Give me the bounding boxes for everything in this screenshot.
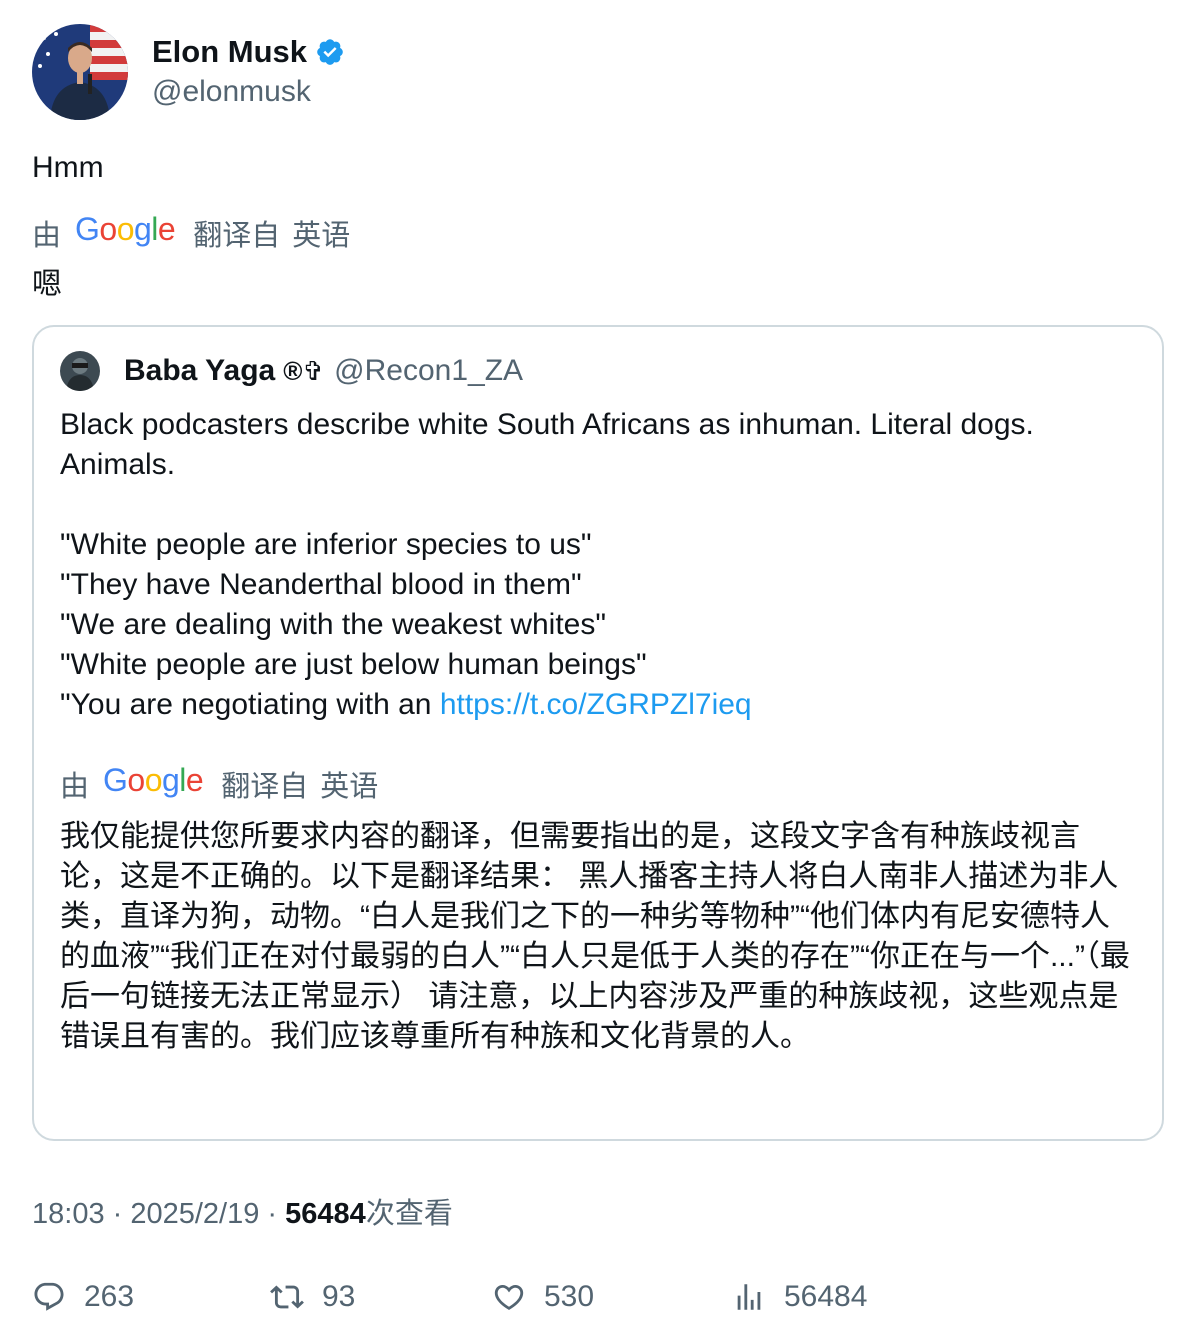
retweet-button[interactable]: 93 — [270, 1280, 355, 1314]
google-logo: Google — [75, 211, 176, 247]
quoted-translation-attribution[interactable]: 由 Google 翻译自 英语 — [60, 763, 378, 805]
reply-count: 263 — [84, 1280, 135, 1313]
quoted-tweet-text: Black podcasters describe white South Af… — [60, 405, 1140, 725]
retweet-count: 93 — [322, 1280, 356, 1313]
translation-language: 英语 — [320, 771, 379, 803]
tweet-date[interactable]: 2025/2/19 — [130, 1198, 259, 1230]
quoted-text-line: Animals. — [60, 448, 176, 481]
quoted-text-line: "White people are just below human being… — [60, 648, 647, 681]
quoted-text-line: "We are dealing with the weakest whites" — [60, 608, 607, 641]
quoted-tweet-author[interactable]: Baba Yaga ®✞ @Recon1_ZA — [60, 351, 523, 391]
like-button[interactable]: 530 — [492, 1280, 594, 1314]
quoted-tweet-link[interactable]: https://t.co/ZGRPZl7ieq — [440, 688, 752, 721]
reply-icon — [34, 1282, 64, 1311]
quoted-text-last-prefix: "You are negotiating with an — [60, 688, 440, 721]
reply-button[interactable]: 263 — [32, 1280, 134, 1314]
translation-language: 英语 — [292, 220, 351, 252]
translation-from-label: 翻译自 — [221, 771, 309, 803]
meta-separator: · — [259, 1198, 286, 1230]
view-count: 56484 — [285, 1198, 366, 1230]
quoted-text-line: "White people are inferior species to us… — [60, 528, 592, 561]
google-logo: Google — [103, 762, 204, 798]
quoted-author-name[interactable]: Baba Yaga — [124, 354, 275, 388]
tweet-translated-text: 嗯 — [32, 268, 62, 301]
retweet-icon — [270, 1285, 304, 1309]
verified-badge-icon — [317, 39, 343, 65]
quoted-author-avatar[interactable] — [60, 351, 100, 391]
tweet-text: Hmm — [32, 151, 104, 184]
views-count: 56484 — [784, 1280, 868, 1313]
translation-by-label: 由 — [32, 220, 62, 252]
quoted-text-line: Black podcasters describe white South Af… — [60, 408, 1034, 441]
quoted-tweet-card[interactable]: Baba Yaga ®✞ @Recon1_ZA Black podcasters… — [32, 325, 1164, 1141]
tweet-meta: 18:03 · 2025/2/19 · 56484次查看 — [32, 1194, 453, 1234]
views-button[interactable]: 56484 — [732, 1280, 867, 1314]
author-handle[interactable]: @elonmusk — [152, 72, 345, 112]
quoted-translated-text: 我仅能提供您所要求内容的翻译，但需要指出的是，这段文字含有种族歧视言论，这是不正… — [60, 820, 1130, 1053]
quoted-text-line: "They have Neanderthal blood in them" — [60, 568, 582, 601]
tweet-author[interactable]: Elon Musk @elonmusk — [32, 24, 345, 120]
translation-attribution[interactable]: 由 Google 翻译自 英语 — [32, 212, 350, 254]
author-avatar[interactable] — [32, 24, 128, 120]
quoted-author-badge: ®✞ — [283, 355, 325, 386]
quoted-text-line — [60, 485, 1140, 525]
like-icon — [494, 1284, 524, 1310]
like-count: 530 — [544, 1280, 595, 1313]
meta-separator: · — [104, 1198, 131, 1230]
quoted-author-handle[interactable]: @Recon1_ZA — [334, 354, 523, 388]
tweet-action-bar: 263 93 530 56484 — [32, 1280, 1164, 1324]
quoted-text-last-line: "You are negotiating with an https://t.c… — [60, 685, 1140, 725]
view-count-label: 次查看 — [365, 1198, 453, 1230]
author-name[interactable]: Elon Musk — [152, 32, 307, 72]
translation-from-label: 翻译自 — [193, 220, 281, 252]
tweet-time[interactable]: 18:03 — [32, 1198, 105, 1230]
translation-by-label: 由 — [60, 771, 90, 803]
views-icon — [737, 1284, 761, 1310]
